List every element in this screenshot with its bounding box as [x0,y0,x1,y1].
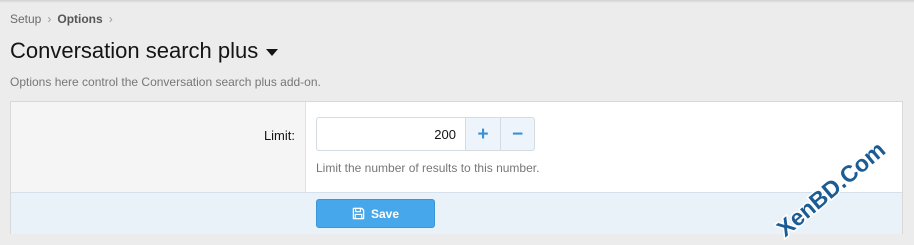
watermark-text: XenBD.Com [774,136,890,241]
minus-icon: − [511,123,524,145]
decrement-button[interactable]: − [500,117,535,151]
save-button-label: Save [370,206,400,221]
page-description: Options here control the Conversation se… [10,75,321,89]
breadcrumb-separator: › [108,12,113,26]
label-column: Limit: [11,102,306,192]
page-title[interactable]: Conversation search plus [10,38,279,64]
breadcrumb-setup[interactable]: Setup [10,12,41,26]
limit-stepper: + − [316,117,535,151]
top-shade [0,0,914,3]
breadcrumb-options[interactable]: Options [57,12,102,26]
plus-icon: + [477,123,489,145]
floppy-disk-icon [352,207,365,220]
increment-button[interactable]: + [465,117,500,151]
breadcrumb-separator: › [47,12,52,26]
save-button[interactable]: Save [316,199,435,228]
caret-down-icon[interactable] [266,48,279,56]
limit-label: Limit: [263,128,295,143]
breadcrumb: Setup › Options › [10,12,119,26]
form-footer: Save [11,192,902,234]
page-title-text: Conversation search plus [10,38,259,63]
limit-hint: Limit the number of results to this numb… [316,161,540,175]
watermark-logo: XenBD.Com [774,135,892,241]
options-panel: Limit: + − Limit the number of results t… [10,101,903,234]
limit-input[interactable] [316,117,465,151]
